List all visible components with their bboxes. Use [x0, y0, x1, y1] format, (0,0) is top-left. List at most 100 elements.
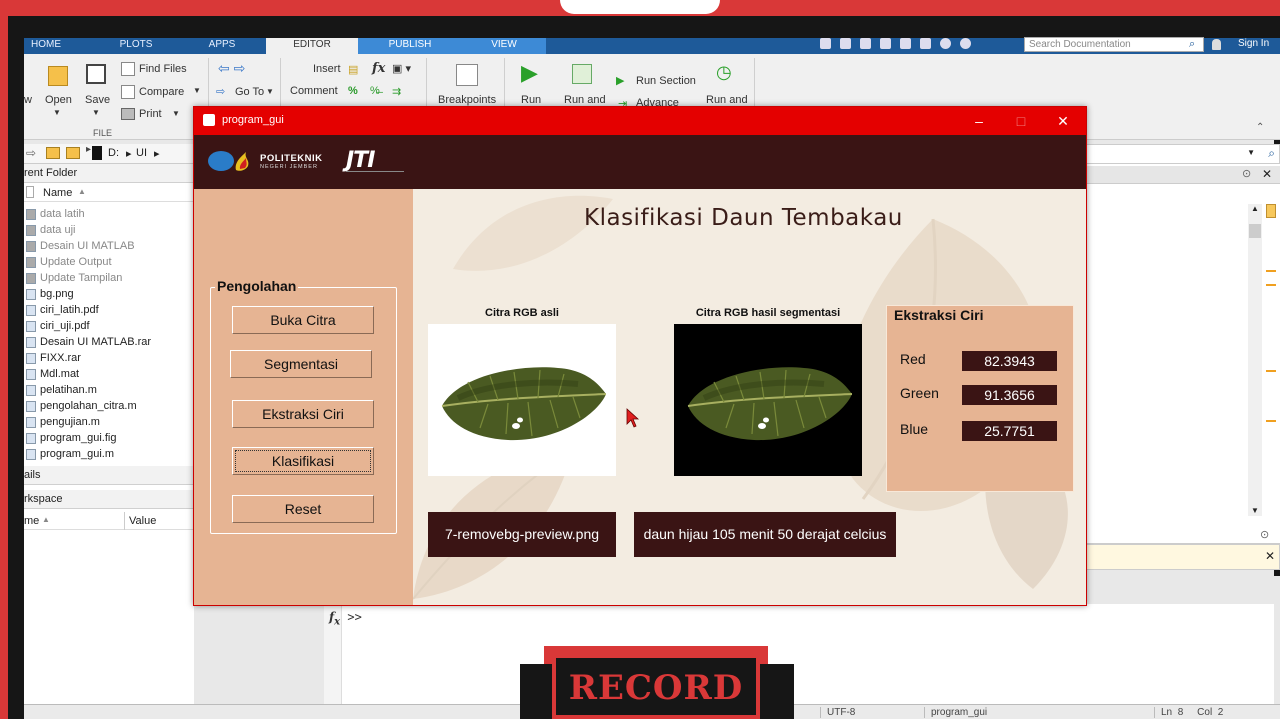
feature-extraction-button[interactable]: Ekstraksi Ciri — [232, 400, 374, 428]
go-to-button[interactable]: Go To — [235, 86, 264, 98]
file-list-item[interactable]: bg.png — [26, 286, 74, 302]
run-button[interactable]: Run — [521, 94, 541, 106]
close-button[interactable]: ✕ — [1052, 111, 1074, 131]
file-list-item[interactable]: ciri_uji.pdf — [26, 318, 90, 334]
workspace-name-col[interactable]: me — [24, 515, 39, 527]
uncomment-icon[interactable]: %̶ — [370, 85, 380, 97]
file-list-item[interactable]: FIXX.rar — [26, 350, 81, 366]
code-analyzer-indicator[interactable] — [1266, 204, 1276, 218]
file-icon — [26, 320, 36, 332]
run-and-time-button[interactable]: Run and — [706, 94, 748, 106]
record-frame-left-accent — [0, 16, 8, 719]
run-and-advance-button[interactable]: Run and — [564, 94, 606, 106]
file-list-item[interactable]: data latih — [26, 206, 85, 222]
insert-button[interactable]: Insert — [313, 63, 341, 75]
new-button[interactable]: w — [24, 94, 32, 106]
fx-icon[interactable]: fx — [372, 61, 385, 76]
tab-view[interactable]: VIEW — [462, 38, 546, 54]
up-folder-icon[interactable] — [46, 147, 60, 159]
search-icon[interactable]: ⌕ — [1189, 38, 1195, 51]
red-label: Red — [900, 351, 926, 367]
address-drive[interactable]: D: — [108, 147, 119, 159]
panel-options-icon[interactable]: ⊙ — [1242, 167, 1251, 180]
chevron-down-icon[interactable]: ▼ — [1247, 148, 1255, 157]
percent-icon[interactable]: % — [348, 85, 358, 97]
indent-icon[interactable]: ▣ ▾ — [392, 62, 411, 75]
sign-in-link[interactable]: Sign In — [1238, 38, 1269, 49]
tab-publish[interactable]: PUBLISH — [358, 38, 462, 54]
file-name: pengolahan_citra.m — [40, 400, 137, 412]
file-list-item[interactable]: ciri_latih.pdf — [26, 302, 99, 318]
app-icon[interactable] — [203, 114, 215, 126]
chevron-down-icon[interactable]: ▼ — [193, 86, 201, 95]
comment-button[interactable]: Comment — [290, 85, 338, 97]
original-image-axes — [428, 324, 616, 476]
reset-button[interactable]: Reset — [232, 495, 374, 523]
chevron-down-icon[interactable]: ▼ — [172, 109, 180, 118]
segmentation-button[interactable]: Segmentasi — [230, 350, 372, 378]
back-arrow-icon[interactable]: ⇦ ⇨ — [218, 60, 245, 77]
maximize-button[interactable]: □ — [1010, 111, 1032, 131]
code-warning-mark[interactable] — [1266, 284, 1276, 286]
open-image-button[interactable]: Buka Citra — [232, 306, 374, 334]
tab-apps[interactable]: APPS — [200, 38, 244, 54]
window-titlebar[interactable] — [194, 107, 1086, 135]
file-list-item[interactable]: Update Tampilan — [26, 270, 122, 286]
scroll-thumb[interactable] — [1249, 224, 1261, 238]
forward-arrow-icon[interactable]: ⇨ — [26, 146, 36, 160]
tab-editor[interactable]: EDITOR — [266, 38, 358, 55]
code-warning-mark[interactable] — [1266, 270, 1276, 272]
browse-folder-icon[interactable] — [66, 147, 80, 159]
compare-button[interactable]: Compare — [139, 86, 184, 98]
open-button[interactable]: Open — [45, 94, 72, 106]
file-list-item[interactable]: Desain UI MATLAB — [26, 238, 135, 254]
scroll-up-icon[interactable]: ▲ — [1251, 204, 1259, 213]
command-prompt[interactable]: fx >> — [329, 610, 362, 627]
code-warning-mark[interactable] — [1266, 370, 1276, 372]
chevron-down-icon[interactable]: ▼ — [266, 87, 274, 96]
file-list-item[interactable]: Desain UI MATLAB.rar — [26, 334, 151, 350]
info-bar: ✕ — [1086, 544, 1280, 570]
chevron-down-icon[interactable]: ▼ — [92, 108, 100, 117]
find-files-button[interactable]: Find Files — [139, 63, 187, 75]
print-button[interactable]: Print — [139, 108, 162, 120]
scroll-down-icon[interactable]: ▼ — [1251, 506, 1259, 515]
address-folder[interactable]: UI — [136, 147, 147, 159]
editor-scrollbar[interactable]: ▲ ▼ — [1248, 204, 1262, 516]
chevron-down-icon[interactable]: ▼ — [53, 108, 61, 117]
panel-options-icon[interactable]: ⊙ — [1260, 528, 1269, 541]
run-section-button[interactable]: Run Section — [636, 75, 696, 87]
classification-button[interactable]: Klasifikasi — [232, 447, 374, 475]
minimize-button[interactable]: – — [968, 111, 990, 131]
command-window[interactable] — [324, 604, 1274, 704]
search-icon[interactable]: ⌕ — [1268, 146, 1275, 161]
sort-asc-icon[interactable]: ▲ — [42, 515, 50, 524]
close-icon[interactable]: ✕ — [1265, 549, 1275, 563]
sort-asc-icon[interactable]: ▲ — [78, 187, 86, 196]
close-icon[interactable]: ✕ — [1262, 167, 1272, 181]
notification-bell-icon[interactable] — [1212, 39, 1221, 50]
file-list-item[interactable]: pelatihan.m — [26, 382, 97, 398]
wrap-comment-icon[interactable]: ⇉ — [392, 85, 401, 98]
green-label: Green — [900, 385, 939, 401]
fx-icon[interactable]: fx — [329, 610, 340, 627]
tab-home[interactable]: HOME — [24, 38, 68, 54]
breakpoints-button[interactable]: Breakpoints — [438, 94, 496, 106]
search-documentation-input[interactable]: Search Documentation — [1024, 37, 1204, 52]
code-warning-mark[interactable] — [1266, 420, 1276, 422]
file-list-item[interactable]: program_gui.m — [26, 446, 114, 462]
save-button[interactable]: Save — [85, 94, 110, 106]
name-column-header[interactable]: Name — [43, 187, 72, 199]
collapse-ribbon-icon[interactable]: ⌃ — [1256, 122, 1264, 133]
file-list-item[interactable]: data uji — [26, 222, 75, 238]
file-list-item[interactable]: Update Output — [26, 254, 112, 270]
workspace-value-col[interactable]: Value — [129, 515, 156, 527]
file-list-item[interactable]: pengujian.m — [26, 414, 100, 430]
file-list-item[interactable]: program_gui.fig — [26, 430, 116, 446]
address-dropdown[interactable]: ▼ ⌕ — [1086, 144, 1280, 164]
file-list-item[interactable]: Mdl.mat — [26, 366, 79, 382]
file-list-item[interactable]: pengolahan_citra.m — [26, 398, 137, 414]
workspace-columns: me ▲ Value — [24, 512, 194, 530]
tab-plots[interactable]: PLOTS — [114, 38, 158, 54]
file-name: FIXX.rar — [40, 352, 81, 364]
